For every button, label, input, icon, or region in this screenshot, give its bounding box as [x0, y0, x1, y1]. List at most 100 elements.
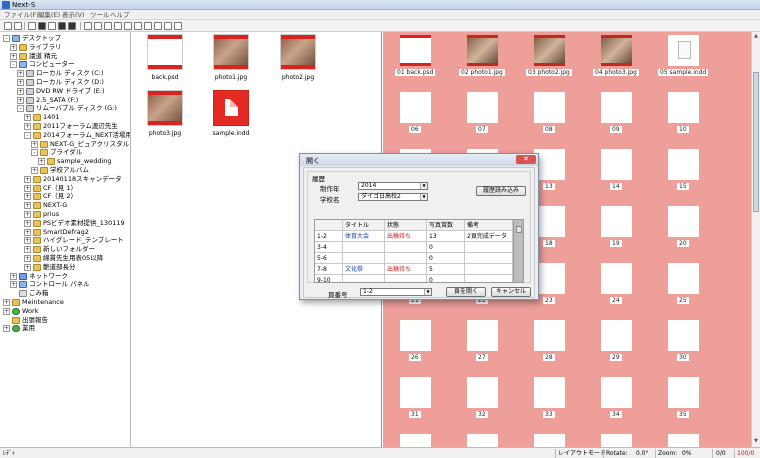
spread-page-slot[interactable]	[400, 35, 431, 66]
expand-icon[interactable]: +	[24, 193, 31, 201]
image-icon[interactable]	[124, 22, 132, 30]
spread-page-slot[interactable]	[668, 206, 699, 237]
expand-icon[interactable]: +	[24, 202, 31, 210]
chevron-down-icon[interactable]: ▼	[420, 194, 427, 200]
tree-item[interactable]: + CF（見 1）	[24, 184, 130, 193]
tree-item[interactable]: - デスクトップ	[3, 34, 130, 43]
expand-icon[interactable]: +	[10, 43, 17, 51]
spread-page-slot[interactable]	[668, 35, 699, 66]
spread-page-slot[interactable]	[534, 377, 565, 408]
collapse-icon[interactable]: -	[10, 61, 17, 69]
load-history-button[interactable]: 履歴読み込み	[476, 186, 526, 196]
file-thumbnail[interactable]	[213, 34, 249, 70]
rotate-icon[interactable]	[134, 22, 142, 30]
spread-page-slot[interactable]	[534, 35, 565, 66]
spread-page-slot[interactable]	[534, 92, 565, 123]
expand-icon[interactable]: +	[17, 87, 24, 95]
open-page-button[interactable]: 頁を開く	[446, 287, 486, 297]
tree-item[interactable]: + PSビデオ素材提供_130119	[24, 219, 130, 228]
chevron-down-icon[interactable]: ▼	[424, 289, 431, 295]
expand-icon[interactable]: +	[24, 114, 31, 122]
text-icon[interactable]	[28, 22, 36, 30]
collapse-icon[interactable]: -	[24, 131, 31, 139]
tree-item[interactable]: + 学校アルバム	[31, 166, 130, 175]
spread-page-slot[interactable]	[601, 149, 632, 180]
copy-icon[interactable]	[94, 22, 102, 30]
tree-item[interactable]: + 業用	[3, 324, 130, 333]
menu-tools[interactable]: ツール	[90, 11, 110, 19]
spread-page-slot[interactable]	[400, 377, 431, 408]
tree-item[interactable]: +2011フォーラム渡辺先生	[24, 122, 130, 131]
expand-icon[interactable]: +	[38, 158, 45, 166]
collapse-icon[interactable]: -	[3, 35, 10, 42]
tree-item[interactable]: + NEXT-G	[24, 201, 130, 210]
spread-page-slot[interactable]	[601, 92, 632, 123]
paste-icon[interactable]	[104, 22, 112, 30]
tree-item[interactable]: +1401	[24, 113, 130, 122]
spread-page-slot[interactable]	[601, 35, 632, 66]
expand-icon[interactable]: +	[3, 307, 10, 315]
spread-page-slot[interactable]	[601, 377, 632, 408]
expand-icon[interactable]: +	[10, 272, 17, 280]
tree-item[interactable]: - リムーバブル ディスク (G:)	[17, 104, 130, 113]
expand-icon[interactable]: +	[24, 263, 31, 271]
spread-page-slot[interactable]	[668, 377, 699, 408]
spread-icon[interactable]	[58, 22, 66, 30]
frame-icon[interactable]	[84, 22, 92, 30]
tree-item[interactable]: - 2014フォーラム_NEXT活場用デー	[24, 131, 130, 140]
expand-icon[interactable]: +	[24, 175, 31, 183]
tree-item[interactable]: + 新しいフォルダー	[24, 245, 130, 254]
expand-icon[interactable]: +	[31, 167, 38, 174]
page-icon[interactable]	[48, 22, 56, 30]
expand-icon[interactable]: +	[17, 79, 24, 86]
spread-page-slot[interactable]	[668, 149, 699, 180]
expand-icon[interactable]: +	[24, 237, 31, 245]
menu-help[interactable]: ヘルプ	[110, 11, 130, 19]
expand-icon[interactable]: +	[31, 140, 38, 148]
chevron-down-icon[interactable]: ▼	[420, 183, 427, 189]
table-row[interactable]: 5-6 0	[315, 253, 515, 264]
spread-page-slot[interactable]	[601, 263, 632, 294]
layout-icon[interactable]	[38, 22, 46, 30]
tree-item[interactable]: + prius	[24, 210, 130, 219]
cancel-button[interactable]: キャンセル	[491, 287, 531, 297]
vertical-scrollbar[interactable]: ▲ ▼	[751, 32, 760, 447]
save-icon[interactable]	[4, 22, 12, 30]
school-select[interactable]: ダイゴ日高校2 ▼	[358, 193, 428, 201]
print-icon[interactable]	[144, 22, 152, 30]
tree-item[interactable]: + DVD RW ドライブ (E:)	[17, 87, 130, 96]
tree-item[interactable]: ごみ箱	[10, 289, 130, 298]
tree-item[interactable]: + CF（見 2）	[24, 192, 130, 201]
spread-page-slot[interactable]	[668, 92, 699, 123]
spread-page-slot[interactable]	[668, 434, 699, 447]
file-thumbnail[interactable]	[147, 90, 183, 126]
grid-icon[interactable]	[68, 22, 76, 30]
expand-icon[interactable]: +	[24, 228, 31, 236]
folder-tree[interactable]: - デスクトップ + ライブラリ + 議道 精元 - コンピューター + ローカル ディスク (C…	[0, 32, 131, 447]
tree-item[interactable]: + Work	[3, 307, 130, 316]
menu-edit[interactable]: 編集(E)	[38, 11, 60, 19]
tree-item[interactable]: + sample_wedding	[38, 157, 130, 166]
collapse-icon[interactable]: -	[17, 105, 24, 113]
menu-view[interactable]: 表示(V)	[62, 11, 85, 19]
tree-item[interactable]: + ローカル ディスク (C:)	[17, 69, 130, 78]
spread-page-slot[interactable]	[601, 434, 632, 447]
expand-icon[interactable]: +	[10, 52, 17, 60]
table-row[interactable]: 9-10 0	[315, 275, 515, 282]
open-icon[interactable]	[14, 22, 22, 30]
settings-icon[interactable]	[174, 22, 182, 30]
table-scroll-thumb[interactable]	[516, 226, 522, 233]
expand-icon[interactable]: +	[24, 211, 31, 218]
spread-page-slot[interactable]	[400, 320, 431, 351]
page-number-select[interactable]: 1-2 ▼	[360, 288, 432, 296]
scroll-up-icon[interactable]: ▲	[753, 33, 759, 39]
page-history-table[interactable]: タイトル 状態 写真賞数 備考 1-2 体育大会 出稿待ち 13 2頁完成データ 3-4 0…	[314, 219, 524, 283]
expand-icon[interactable]: +	[3, 325, 10, 333]
spread-page-slot[interactable]	[467, 377, 498, 408]
expand-icon[interactable]: +	[24, 255, 31, 262]
close-icon[interactable]: ✕	[516, 155, 536, 164]
tree-item[interactable]: +20140118スキャンデータ	[24, 175, 130, 184]
undo-icon[interactable]	[154, 22, 162, 30]
expand-icon[interactable]: +	[17, 96, 24, 104]
spread-page-slot[interactable]	[467, 35, 498, 66]
